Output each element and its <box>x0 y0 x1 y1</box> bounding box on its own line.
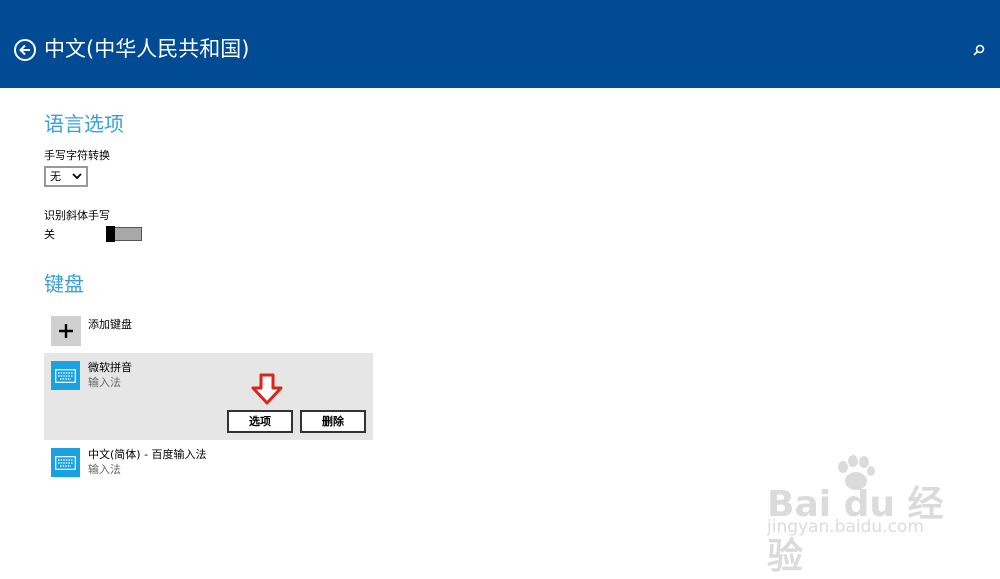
annotation-arrow-down-icon <box>251 373 283 405</box>
delete-button[interactable]: 删除 <box>300 410 366 433</box>
chevron-down-icon <box>72 173 82 180</box>
keyboard-item-subtitle: 输入法 <box>88 463 121 476</box>
options-button[interactable]: 选项 <box>227 410 293 433</box>
baidu-watermark: Bai du 经验 jingyan.baidu.com <box>765 455 950 577</box>
plus-icon <box>59 324 73 338</box>
italic-recognition-label: 识别斜体手写 <box>44 209 110 222</box>
keyboard-item-subtitle: 输入法 <box>88 376 121 389</box>
keyboard-item-name: 微软拼音 <box>88 361 132 374</box>
handwriting-conversion-select[interactable]: 无 <box>44 166 88 187</box>
italic-recognition-toggle[interactable] <box>106 226 142 242</box>
keyboard-glyph-icon <box>55 455 76 470</box>
handwriting-conversion-label: 手写字符转换 <box>44 149 110 162</box>
keyboard-item-name[interactable]: 中文(简体) - 百度输入法 <box>88 448 207 462</box>
keyboard-icon <box>51 448 80 477</box>
app-header: 中文(中华人民共和国) <box>0 0 1000 88</box>
keyboards-heading: 键盘 <box>44 272 84 296</box>
arrow-left-icon <box>19 44 30 56</box>
toggle-thumb[interactable] <box>106 226 115 242</box>
keyboard-glyph-icon <box>55 368 76 383</box>
add-keyboard-label[interactable]: 添加键盘 <box>88 318 132 332</box>
add-keyboard-button[interactable] <box>51 316 81 346</box>
keyboard-icon <box>51 361 80 390</box>
back-button[interactable] <box>14 39 36 61</box>
italic-recognition-state: 关 <box>44 228 55 241</box>
watermark-url: jingyan.baidu.com <box>767 517 924 537</box>
page-title: 中文(中华人民共和国) <box>44 37 250 61</box>
select-value: 无 <box>50 170 61 183</box>
language-options-heading: 语言选项 <box>44 112 124 136</box>
search-icon[interactable] <box>972 43 986 57</box>
